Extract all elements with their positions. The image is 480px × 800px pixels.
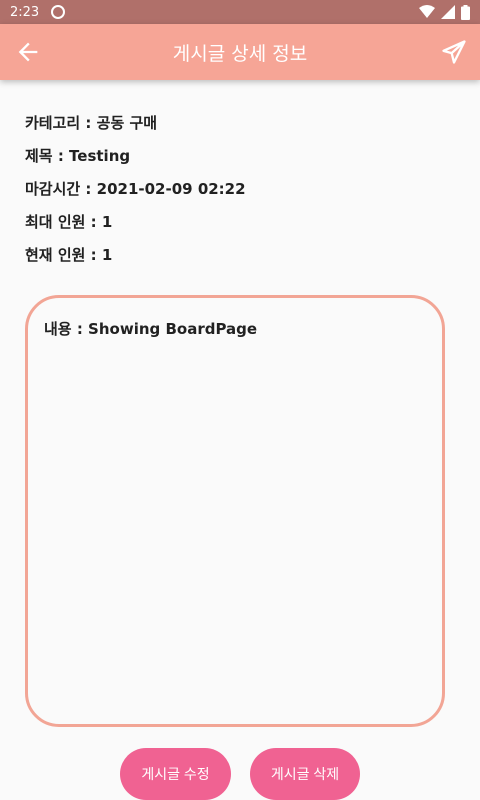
content-box: 내용 : Showing BoardPage <box>25 295 445 727</box>
app-bar: 게시글 상세 정보 <box>0 24 480 80</box>
back-arrow-icon[interactable] <box>14 38 42 66</box>
deadline-text: 마감시간 : 2021-02-09 02:22 <box>25 180 246 198</box>
delete-post-button[interactable]: 게시글 삭제 <box>250 748 360 800</box>
battery-icon <box>461 4 470 20</box>
edit-post-button[interactable]: 게시글 수정 <box>120 748 231 800</box>
current-people-text: 현재 인원 : 1 <box>25 246 113 264</box>
signal-icon <box>441 5 455 19</box>
page-title: 게시글 상세 정보 <box>172 42 308 65</box>
status-time: 2:23 <box>10 4 40 20</box>
wifi-icon <box>419 5 435 18</box>
title-text: 제목 : Testing <box>25 147 131 165</box>
post-info: 카테고리 : 공동 구매 제목 : Testing 마감시간 : 2021-02… <box>25 112 246 277</box>
category-text: 카테고리 : 공동 구매 <box>25 114 158 132</box>
max-people-text: 최대 인원 : 1 <box>25 213 113 231</box>
content-text: 내용 : Showing BoardPage <box>44 320 258 338</box>
status-icons <box>419 4 470 20</box>
status-bar: 2:23 <box>0 0 480 24</box>
send-icon[interactable] <box>440 38 468 66</box>
sync-icon <box>51 5 66 19</box>
